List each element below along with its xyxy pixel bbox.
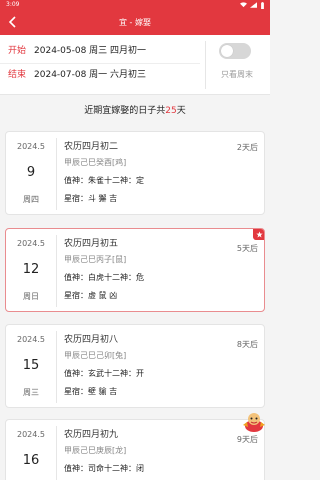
- status-icons: [240, 0, 265, 10]
- card-year-month: 2024.5: [17, 430, 45, 439]
- date-card[interactable]: 2024.5 12 周日 农历四月初五 甲辰己巳丙子[鼠] 值神：白虎十二神：危…: [5, 228, 265, 312]
- date-card[interactable]: 2024.5 9 周四 农历四月初二 甲辰己巳癸酉[鸡] 值神：朱雀十二神：定 …: [5, 131, 265, 215]
- date-column: 2024.5 12 周日: [6, 229, 56, 311]
- bookmark-icon: [253, 229, 264, 240]
- end-label: 结束: [8, 70, 27, 80]
- date-range-panel: 开始 2024-05-08 周三 四月初一 结束 2024-07-08 周一 六…: [0, 35, 270, 95]
- signal-icon: [250, 2, 257, 8]
- summary-count: 25: [165, 106, 177, 116]
- card-day: 12: [22, 262, 40, 277]
- date-card[interactable]: 2024.5 16 农历四月初九 甲辰己巳庚辰[龙] 值神：司命十二神：闭 9天…: [5, 419, 265, 480]
- card-days-after: 8天后: [236, 340, 258, 349]
- end-date-value: 2024-07-08 周一 六月初三: [34, 70, 147, 80]
- card-separator: [56, 235, 57, 307]
- card-ganzhi: 甲辰己巳庚辰[龙]: [64, 446, 127, 455]
- wifi-icon: [240, 2, 247, 8]
- card-zhishen: 值神：朱雀十二神：定: [64, 176, 144, 185]
- card-xingxiu: 星宿：虚 鼠 凶: [64, 291, 118, 300]
- mascot-icon[interactable]: [241, 411, 267, 433]
- battery-icon: [261, 1, 264, 9]
- result-summary: 近期宜嫁娶的日子共25天: [0, 104, 270, 118]
- card-xingxiu: 星宿：斗 獬 吉: [64, 194, 118, 203]
- status-time: 3:09: [6, 1, 20, 8]
- card-day: 15: [22, 358, 40, 373]
- app-header: 宜 - 嫁娶: [0, 10, 270, 35]
- card-day: 16: [22, 453, 40, 468]
- start-label: 开始: [8, 46, 27, 56]
- card-days-after: 5天后: [236, 244, 258, 253]
- card-days-after: 9天后: [236, 435, 258, 444]
- card-weekday: 周日: [23, 292, 39, 301]
- card-year-month: 2024.5: [17, 335, 45, 344]
- weekend-only-label: 只看周末: [221, 70, 253, 79]
- card-lunar-date: 农历四月初五: [64, 239, 119, 249]
- date-column: 2024.5 9 周四: [6, 132, 56, 214]
- vertical-divider: [205, 41, 206, 89]
- card-xingxiu: 星宿：壁 貐 吉: [64, 387, 118, 396]
- summary-prefix: 近期宜嫁娶的日子共: [84, 106, 166, 116]
- start-date-row[interactable]: 开始 2024-05-08 周三 四月初一: [8, 43, 146, 59]
- end-date-row[interactable]: 结束 2024-07-08 周一 六月初三: [8, 67, 146, 83]
- card-year-month: 2024.5: [17, 142, 45, 151]
- weekend-only-toggle[interactable]: [219, 43, 251, 59]
- card-weekday: 周三: [23, 388, 39, 397]
- card-lunar-date: 农历四月初八: [64, 335, 119, 345]
- card-separator: [56, 331, 57, 403]
- range-divider: [0, 63, 200, 64]
- card-day: 9: [26, 165, 36, 180]
- card-ganzhi: 甲辰己巳癸酉[鸡]: [64, 158, 127, 167]
- card-zhishen: 值神：玄武十二神：开: [64, 369, 144, 378]
- card-days-after: 2天后: [236, 143, 258, 152]
- card-ganzhi: 甲辰己巳丙子[鼠]: [64, 255, 127, 264]
- date-column: 2024.5 16: [6, 420, 56, 480]
- date-column: 2024.5 15 周三: [6, 325, 56, 407]
- toggle-knob: [221, 45, 233, 57]
- card-weekday: 周四: [23, 195, 39, 204]
- card-lunar-date: 农历四月初二: [64, 142, 119, 152]
- start-date-value: 2024-05-08 周三 四月初一: [34, 46, 147, 56]
- page-title: 宜 - 嫁娶: [119, 18, 151, 27]
- summary-suffix: 天: [176, 106, 186, 116]
- card-separator: [56, 138, 57, 210]
- card-separator: [56, 426, 57, 480]
- card-ganzhi: 甲辰己巳己卯[兔]: [64, 351, 127, 360]
- status-bar: 3:09: [0, 0, 270, 10]
- card-year-month: 2024.5: [17, 239, 45, 248]
- card-lunar-date: 农历四月初九: [64, 430, 119, 440]
- card-zhishen: 值神：司命十二神：闭: [64, 464, 144, 473]
- card-zhishen: 值神：白虎十二神：危: [64, 273, 144, 282]
- date-card[interactable]: 2024.5 15 周三 农历四月初八 甲辰己巳己卯[兔] 值神：玄武十二神：开…: [5, 324, 265, 408]
